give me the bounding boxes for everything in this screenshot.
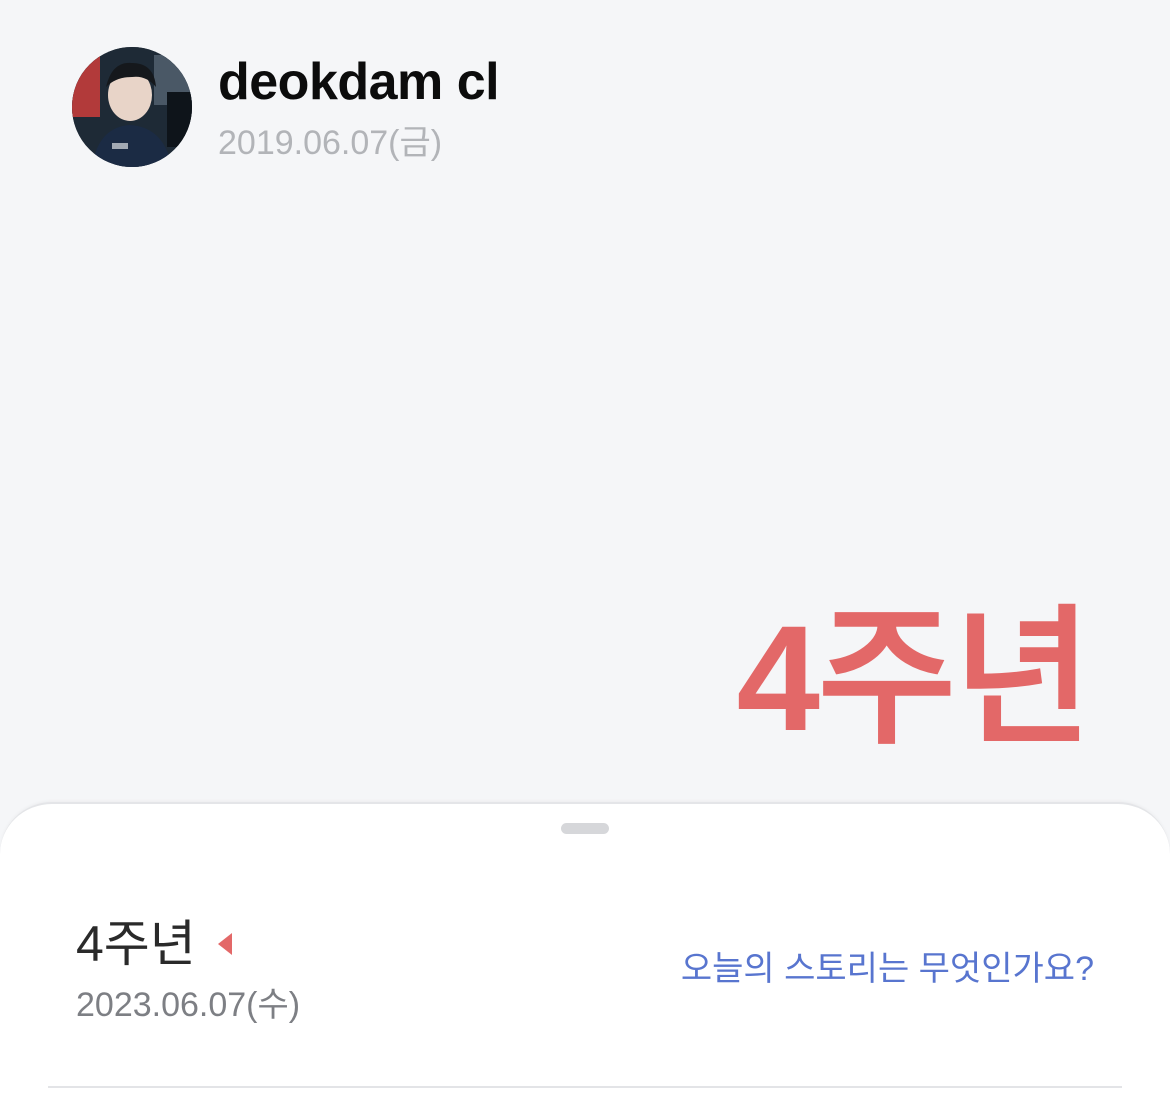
- anniversary-title: 4주년: [76, 916, 196, 972]
- avatar[interactable]: [72, 47, 192, 167]
- profile-start-date: 2019.06.07(금): [218, 124, 443, 162]
- anniversary-row: 4주년: [76, 914, 232, 974]
- profile-name: deokdam cl: [218, 53, 500, 111]
- sheet-drag-handle[interactable]: [561, 823, 609, 834]
- avatar-photo: [72, 47, 192, 167]
- bottom-sheet: 4주년 2023.06.07(수) 오늘의 스토리는 무엇인가요?: [0, 802, 1170, 1114]
- divider: [48, 1086, 1122, 1088]
- story-prompt-link[interactable]: 오늘의 스토리는 무엇인가요?: [681, 948, 1094, 990]
- anniversary-date: 2023.06.07(수): [76, 986, 301, 1024]
- anniversary-headline: 4주년: [736, 594, 1092, 762]
- marker-icon: [217, 933, 232, 955]
- profile-header: deokdam cl 2019.06.07(금): [72, 47, 500, 167]
